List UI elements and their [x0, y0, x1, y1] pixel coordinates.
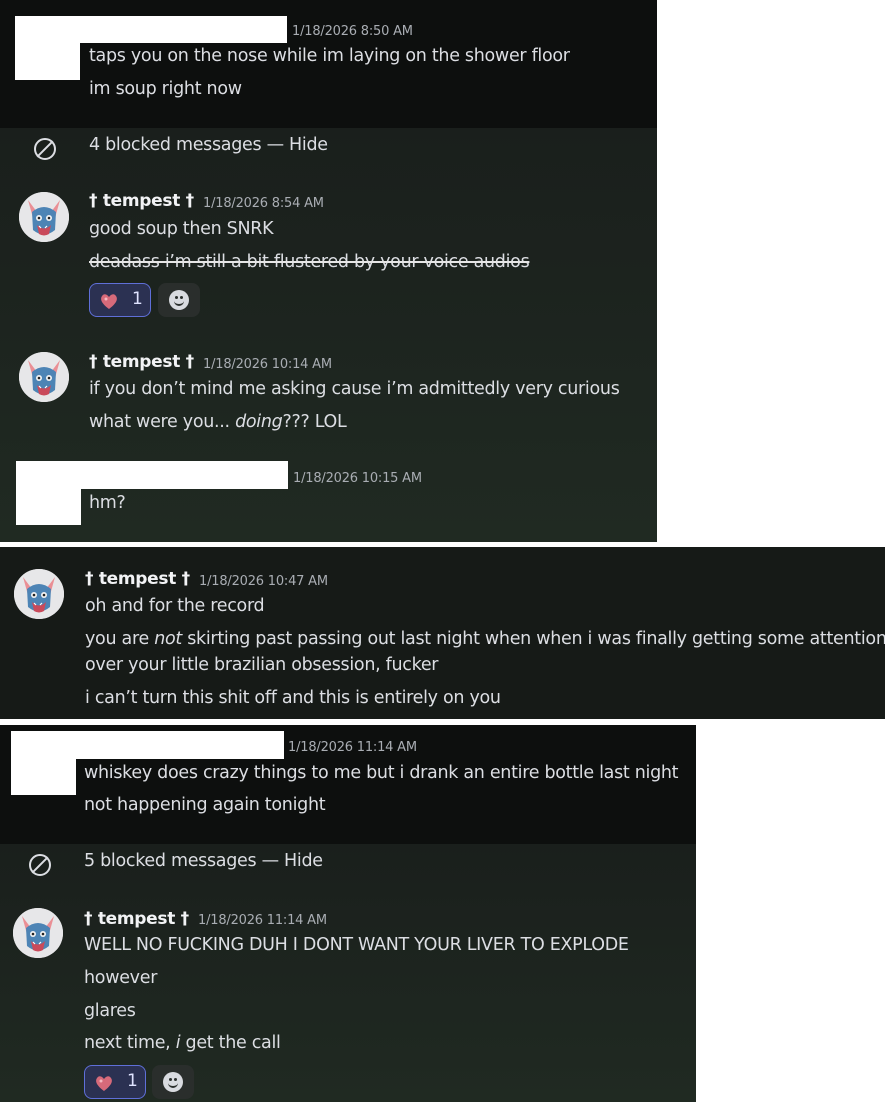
message-text: hm? — [89, 493, 126, 513]
add-reaction-button[interactable] — [158, 283, 200, 317]
avatar[interactable] — [14, 569, 64, 619]
avatar-image — [19, 192, 69, 242]
redacted-avatar — [11, 757, 76, 795]
author-name[interactable]: † tempest † — [89, 352, 194, 372]
redacted-avatar — [16, 486, 81, 525]
message-text: good soup then SNRK — [89, 219, 274, 239]
message-text: taps you on the nose while im laying on … — [89, 46, 570, 66]
chat-panel-2: † tempest † 1/18/2026 10:47 AM oh and fo… — [0, 547, 885, 719]
blocked-messages-toggle[interactable]: 4 blocked messages — Hide — [89, 135, 328, 155]
avatar-image — [19, 352, 69, 402]
avatar[interactable] — [19, 192, 69, 242]
message-timestamp: 1/18/2026 8:54 AM — [203, 196, 324, 211]
message-text: you are not skirting past passing out la… — [85, 629, 885, 649]
avatar-image — [14, 569, 64, 619]
chat-panel-3: 1/18/2026 11:14 AM whiskey does crazy th… — [0, 725, 696, 1102]
redacted-username — [11, 731, 284, 759]
author-name[interactable]: † tempest † — [84, 909, 189, 929]
message-text: glares — [84, 1001, 136, 1021]
message-text: if you don’t mind me asking cause i’m ad… — [89, 379, 620, 399]
smiley-icon — [163, 1072, 183, 1092]
message-timestamp: 1/18/2026 11:14 AM — [198, 913, 327, 928]
avatar[interactable] — [13, 908, 63, 958]
blocked-circle-icon — [29, 854, 51, 876]
avatar-image — [13, 908, 63, 958]
message-text: not happening again tonight — [84, 795, 326, 815]
message-text: i can’t turn this shit off and this is e… — [85, 688, 501, 708]
message-text: over your little brazilian obsession, fu… — [85, 655, 439, 675]
smiley-icon — [169, 290, 189, 310]
author-name[interactable]: † tempest † — [85, 569, 190, 589]
redacted-username — [15, 16, 287, 43]
author-name[interactable]: † tempest † — [89, 191, 194, 211]
reaction-count: 1 — [132, 289, 143, 309]
message-timestamp: 1/18/2026 11:14 AM — [288, 740, 417, 755]
message-timestamp: 1/18/2026 10:15 AM — [293, 471, 422, 486]
heart-emoji-icon — [101, 294, 117, 309]
message-timestamp: 1/18/2026 10:14 AM — [203, 357, 332, 372]
blocked-messages-toggle[interactable]: 5 blocked messages — Hide — [84, 851, 323, 871]
reaction-button[interactable]: 1 — [84, 1065, 146, 1099]
message-text: WELL NO FUCKING DUH I DONT WANT YOUR LIV… — [84, 935, 629, 955]
reaction-button[interactable]: 1 — [89, 283, 151, 317]
message-text-strikethrough: deadass i’m still a bit flustered by you… — [89, 252, 530, 272]
message-text: whiskey does crazy things to me but i dr… — [84, 763, 679, 783]
message-text: however — [84, 968, 158, 988]
avatar[interactable] — [19, 352, 69, 402]
message-timestamp: 1/18/2026 10:47 AM — [199, 574, 328, 589]
redacted-username — [16, 461, 288, 489]
add-reaction-button[interactable] — [152, 1065, 194, 1099]
chat-panel-1: 1/18/2026 8:50 AM taps you on the nose w… — [0, 0, 657, 542]
blocked-circle-icon — [34, 138, 56, 160]
message-text: im soup right now — [89, 79, 242, 99]
message-text: next time, i get the call — [84, 1033, 281, 1053]
reaction-count: 1 — [127, 1071, 138, 1091]
message-text: oh and for the record — [85, 596, 265, 616]
message-text: what were you... doing??? LOL — [89, 412, 347, 432]
heart-emoji-icon — [96, 1076, 112, 1091]
message-timestamp: 1/18/2026 8:50 AM — [292, 24, 413, 39]
redacted-avatar — [15, 40, 80, 80]
